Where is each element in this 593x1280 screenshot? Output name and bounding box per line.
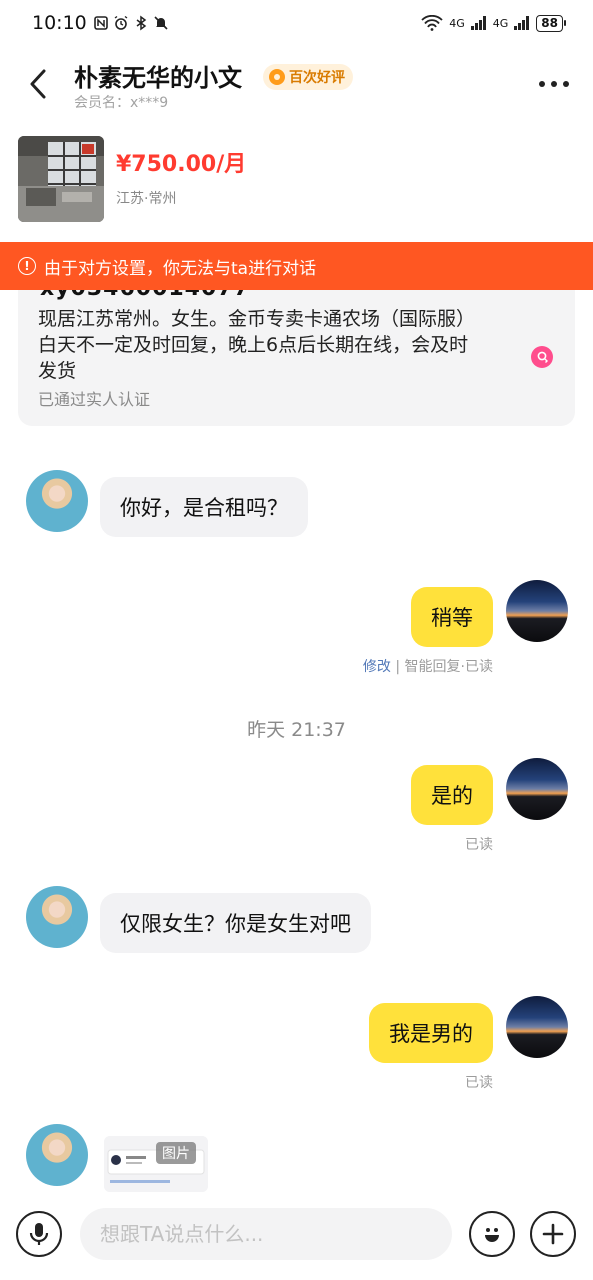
battery-indicator: 88 — [536, 14, 566, 32]
image-label: 图片 — [156, 1142, 196, 1164]
emoji-icon — [485, 1228, 499, 1242]
warning-text: 由于对方设置，你无法与ta进行对话 — [44, 258, 317, 279]
add-button[interactable] — [530, 1211, 576, 1257]
back-button[interactable] — [22, 66, 54, 102]
voice-button[interactable] — [16, 1211, 62, 1257]
badge-icon — [269, 69, 285, 85]
network-type-1: 4G — [449, 16, 465, 30]
read-status: 已读 — [465, 837, 493, 853]
meta-separator: | — [395, 659, 405, 675]
message-bubble-sent[interactable]: 是的 — [411, 765, 493, 825]
message-bubble-received[interactable]: 你好，是合租吗？ — [100, 477, 308, 537]
read-status: 智能回复·已读 — [404, 659, 493, 675]
chat-header: 朴素无华的小文 百次好评 会员名：x***9 — [0, 52, 593, 118]
message-bubble-sent[interactable]: 我是男的 — [369, 1003, 493, 1063]
alarm-icon — [114, 15, 128, 30]
chevron-left-icon — [30, 69, 46, 99]
product-price: ¥750.00/月 — [116, 152, 247, 177]
network-type-2: 4G — [492, 16, 509, 30]
status-time: 10:10 — [32, 12, 87, 34]
room-photo — [18, 136, 104, 222]
microphone-icon — [29, 1223, 49, 1245]
message-status: 修改 | 智能回复·已读 — [363, 656, 493, 676]
verification-status: 已通过实人认证 — [38, 390, 151, 409]
chat-blocked-banner: ! 由于对方设置，你无法与ta进行对话 — [0, 242, 593, 290]
message-input-bar — [0, 1200, 593, 1280]
plus-icon — [542, 1223, 564, 1245]
member-name: 会员名：x***9 — [74, 95, 169, 111]
emoji-button[interactable] — [469, 1211, 515, 1257]
rating-badge: 百次好评 — [263, 64, 353, 90]
read-status: 已读 — [465, 1075, 493, 1091]
seller-bio: 现居江苏常州。女生。金币专卖卡通农场（国际服）白天不一定及时回复，晚上6点后长期… — [38, 308, 476, 382]
warning-icon: ! — [18, 257, 36, 275]
contact-name: 朴素无华的小文 — [74, 64, 242, 92]
signal-icon-2 — [514, 16, 530, 30]
badge-label: 百次好评 — [289, 70, 345, 86]
wifi-icon — [421, 15, 443, 31]
contact-avatar[interactable] — [26, 1124, 88, 1186]
contact-avatar[interactable] — [26, 886, 88, 948]
product-location: 江苏·常州 — [116, 191, 177, 207]
bluetooth-icon — [136, 15, 147, 31]
seller-profile-card: xy03460014077 现居江苏常州。女生。金币专卖卡通农场（国际服）白天不… — [18, 266, 575, 426]
image-message[interactable]: 图片 — [104, 1136, 208, 1192]
my-avatar[interactable] — [506, 996, 568, 1058]
signal-icon-1 — [470, 16, 486, 30]
message-bubble-received[interactable]: 仅限女生？你是女生对吧 — [100, 893, 371, 953]
more-dot — [539, 81, 545, 87]
female-icon — [531, 346, 553, 368]
mute-icon — [154, 16, 168, 30]
more-dot — [551, 81, 557, 87]
message-input[interactable] — [80, 1208, 452, 1260]
more-options-button[interactable] — [539, 72, 569, 96]
chat-timestamp: 昨天 21:37 — [247, 719, 346, 741]
more-dot — [563, 81, 569, 87]
my-avatar[interactable] — [506, 580, 568, 642]
nfc-icon — [93, 16, 108, 30]
product-thumbnail[interactable] — [18, 136, 104, 222]
status-bar: 10:10 4G 4G 88 — [0, 0, 593, 46]
my-avatar[interactable] — [506, 758, 568, 820]
message-bubble-sent[interactable]: 稍等 — [411, 587, 493, 647]
contact-avatar[interactable] — [26, 470, 88, 532]
product-card[interactable]: ¥750.00/月 江苏·常州 — [18, 136, 575, 224]
edit-link[interactable]: 修改 — [363, 659, 391, 675]
